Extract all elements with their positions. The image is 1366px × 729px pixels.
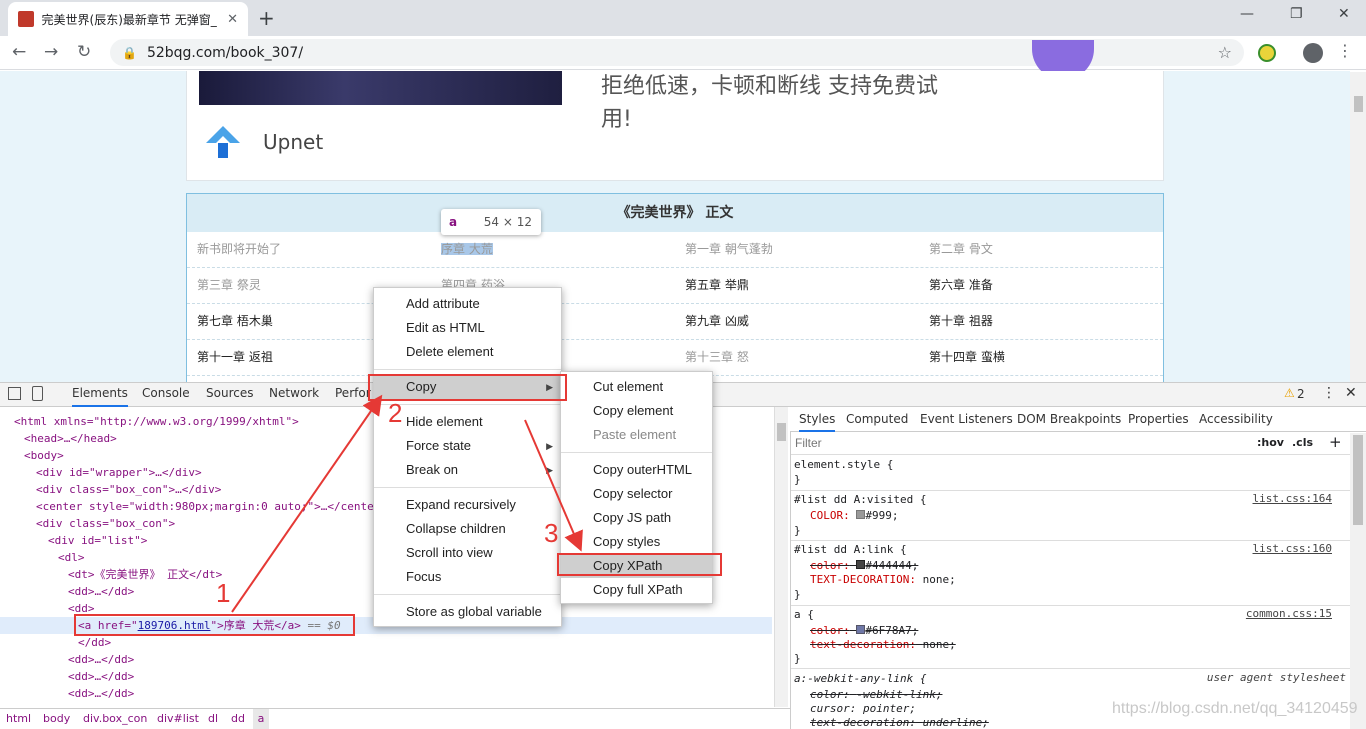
annotation-number: 1 — [216, 578, 231, 608]
annotation-number: 2 — [388, 398, 403, 428]
arrow-1 — [231, 394, 383, 613]
annotation-arrows — [231, 394, 583, 613]
annotation-number: 3 — [544, 518, 559, 548]
watermark: https://blog.csdn.net/qq_34120459 — [1112, 700, 1358, 717]
